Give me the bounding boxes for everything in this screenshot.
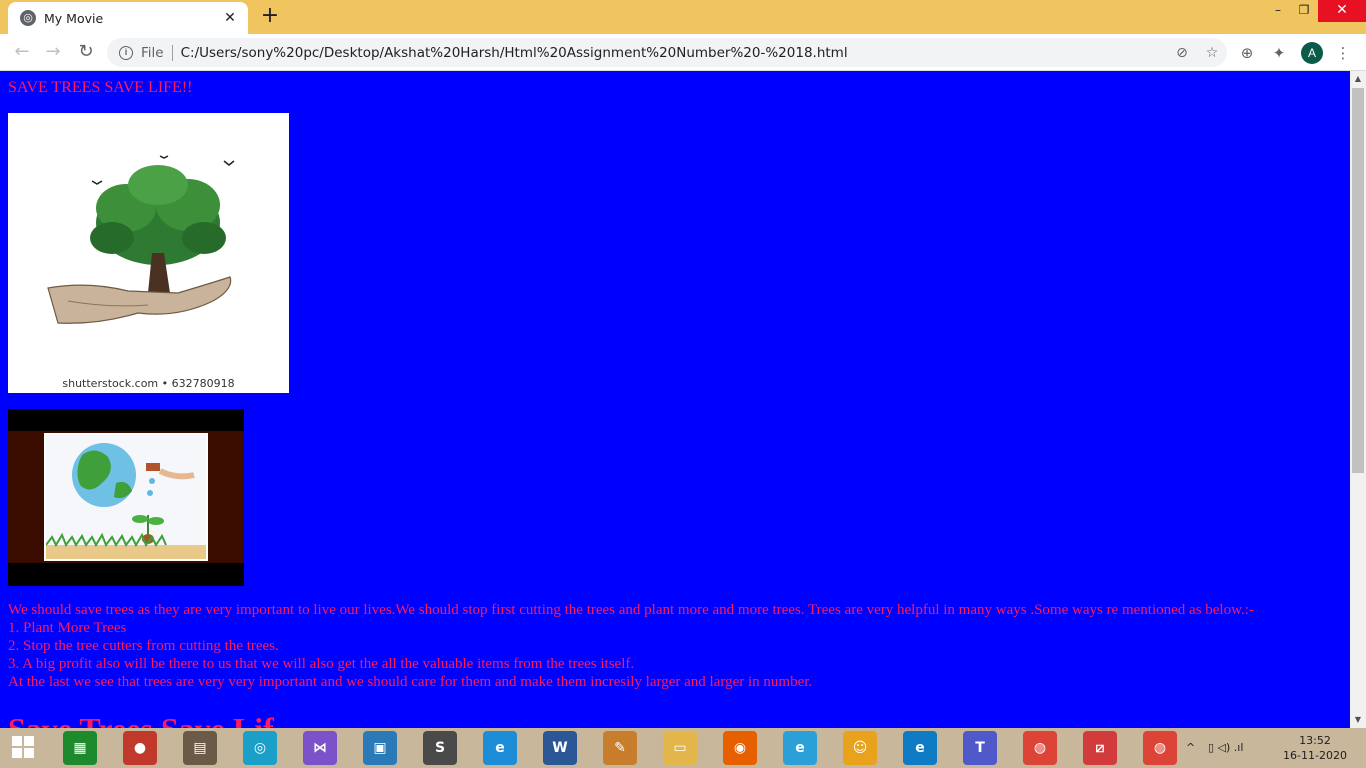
scroll-down-arrow-icon[interactable]: ▼ [1350, 712, 1366, 728]
paragraph-line: At the last we see that trees are very v… [8, 674, 813, 690]
page-heading: SAVE TREES SAVE LIFE!! [8, 79, 193, 96]
paragraph-line: We should save trees as they are very im… [8, 602, 1254, 618]
menu-icon[interactable]: ⋮ [1332, 42, 1354, 64]
sublime-app-icon[interactable]: S [423, 731, 457, 765]
word-app-icon[interactable]: W [543, 731, 577, 765]
windows-taskbar: ▦ ● ▤ ◎ ⋈ ▣ Se W ✎ ▭ ◉ e ☺ e T ◍ ⧄ ◍ ^ ▯ ◁) .ıl 13:52 16-… [0, 728, 1366, 768]
store-app-icon[interactable]: ▦ [63, 731, 97, 765]
large-heading: Save Trees Save Lif [8, 711, 274, 728]
omnibox-divider [171, 44, 173, 61]
address-bar[interactable]: i File C:/Users/sony%20pc/Desktop/Akshat… [107, 38, 1227, 67]
back-button[interactable]: ← [9, 40, 35, 64]
url-text[interactable]: C:/Users/sony%20pc/Desktop/Akshat%20Hars… [181, 45, 1167, 61]
forward-button[interactable]: → [40, 40, 66, 64]
extensions-icon[interactable]: ✦ [1268, 42, 1290, 64]
chrome-app-icon[interactable]: ◍ [1023, 731, 1057, 765]
visual-studio-app-icon[interactable]: ⋈ [303, 731, 337, 765]
scroll-up-arrow-icon[interactable]: ▲ [1350, 71, 1366, 87]
acrobat-app-icon[interactable]: ⧄ [1083, 731, 1117, 765]
system-clock[interactable]: 13:52 16-11-2020 [1280, 733, 1350, 763]
browser-title-bar: ◎ My Movie ✕ + – ❐ ✕ [0, 0, 1366, 34]
movie-maker-app-icon[interactable]: ▣ [363, 731, 397, 765]
star-icon[interactable]: ☆ [1197, 45, 1227, 61]
clock-date: 16-11-2020 [1283, 749, 1347, 762]
close-window-button[interactable]: ✕ [1318, 0, 1366, 22]
lens-icon[interactable]: ⊕ [1236, 42, 1258, 64]
browser-toolbar: ← → ↻ i File C:/Users/sony%20pc/Desktop/… [0, 34, 1366, 71]
earth-drawing [44, 433, 208, 561]
windows-logo-icon [24, 736, 34, 746]
windows-logo-icon [24, 748, 34, 758]
close-tab-icon[interactable]: ✕ [222, 10, 238, 26]
globe-icon: ◎ [20, 10, 36, 26]
tree-in-hand-image: shutterstock.com • 632780918 [8, 113, 289, 393]
edge-app-icon[interactable]: e [483, 731, 517, 765]
scratch-app-icon[interactable]: ☺ [843, 731, 877, 765]
windows-logo-icon [12, 748, 22, 758]
file-label: File [141, 44, 164, 61]
chrome-active-app-icon[interactable]: ◍ [1143, 731, 1177, 765]
internet-explorer-app-icon[interactable]: e [783, 731, 817, 765]
teams-app-icon[interactable]: T [963, 731, 997, 765]
paragraph-line: 2. Stop the tree cutters from cutting th… [8, 638, 279, 654]
windows-logo-icon [12, 736, 22, 746]
restore-button[interactable]: ❐ [1290, 0, 1318, 22]
earth-plant-image [8, 409, 244, 586]
info-icon[interactable]: i [119, 45, 133, 60]
clock-time: 13:52 [1299, 734, 1331, 747]
media-app-icon[interactable]: ◎ [243, 731, 277, 765]
image-frame [8, 431, 244, 563]
tab-title: My Movie [44, 10, 104, 26]
tray-status-icons[interactable]: ▯ ◁) .ıl [1208, 728, 1243, 768]
page-viewport: SAVE TREES SAVE LIFE!! shutterstock.com … [0, 71, 1350, 728]
paragraph-line: 1. Plant More Trees [8, 620, 127, 636]
body-paragraph: We should save trees as they are very im… [8, 601, 1348, 691]
recorder-app-icon[interactable]: ● [123, 731, 157, 765]
browser-tab[interactable]: ◎ My Movie ✕ [8, 2, 248, 34]
scrollbar-thumb[interactable] [1352, 88, 1364, 473]
vertical-scrollbar[interactable]: ▲ ▼ [1350, 71, 1366, 728]
image-watermark-caption: shutterstock.com • 632780918 [62, 377, 235, 390]
tree-illustration [47, 155, 235, 324]
eye-off-icon[interactable]: ⊘ [1167, 45, 1197, 61]
scanner-app-icon[interactable]: ▤ [183, 731, 217, 765]
new-tab-button[interactable]: + [258, 4, 282, 28]
minimize-button[interactable]: – [1264, 0, 1292, 22]
profile-avatar[interactable]: A [1301, 42, 1323, 64]
windows-start-button[interactable] [0, 728, 50, 768]
edge-beta-app-icon[interactable]: e [903, 731, 937, 765]
earth-illustration [45, 443, 206, 559]
file-explorer-app-icon[interactable]: ▭ [663, 731, 697, 765]
reload-button[interactable]: ↻ [73, 40, 99, 64]
paragraph-line: 3. A big profit also will be there to us… [8, 656, 635, 672]
paint-app-icon[interactable]: ✎ [603, 731, 637, 765]
tray-overflow-icon[interactable]: ^ [1186, 728, 1195, 768]
firefox-app-icon[interactable]: ◉ [723, 731, 757, 765]
